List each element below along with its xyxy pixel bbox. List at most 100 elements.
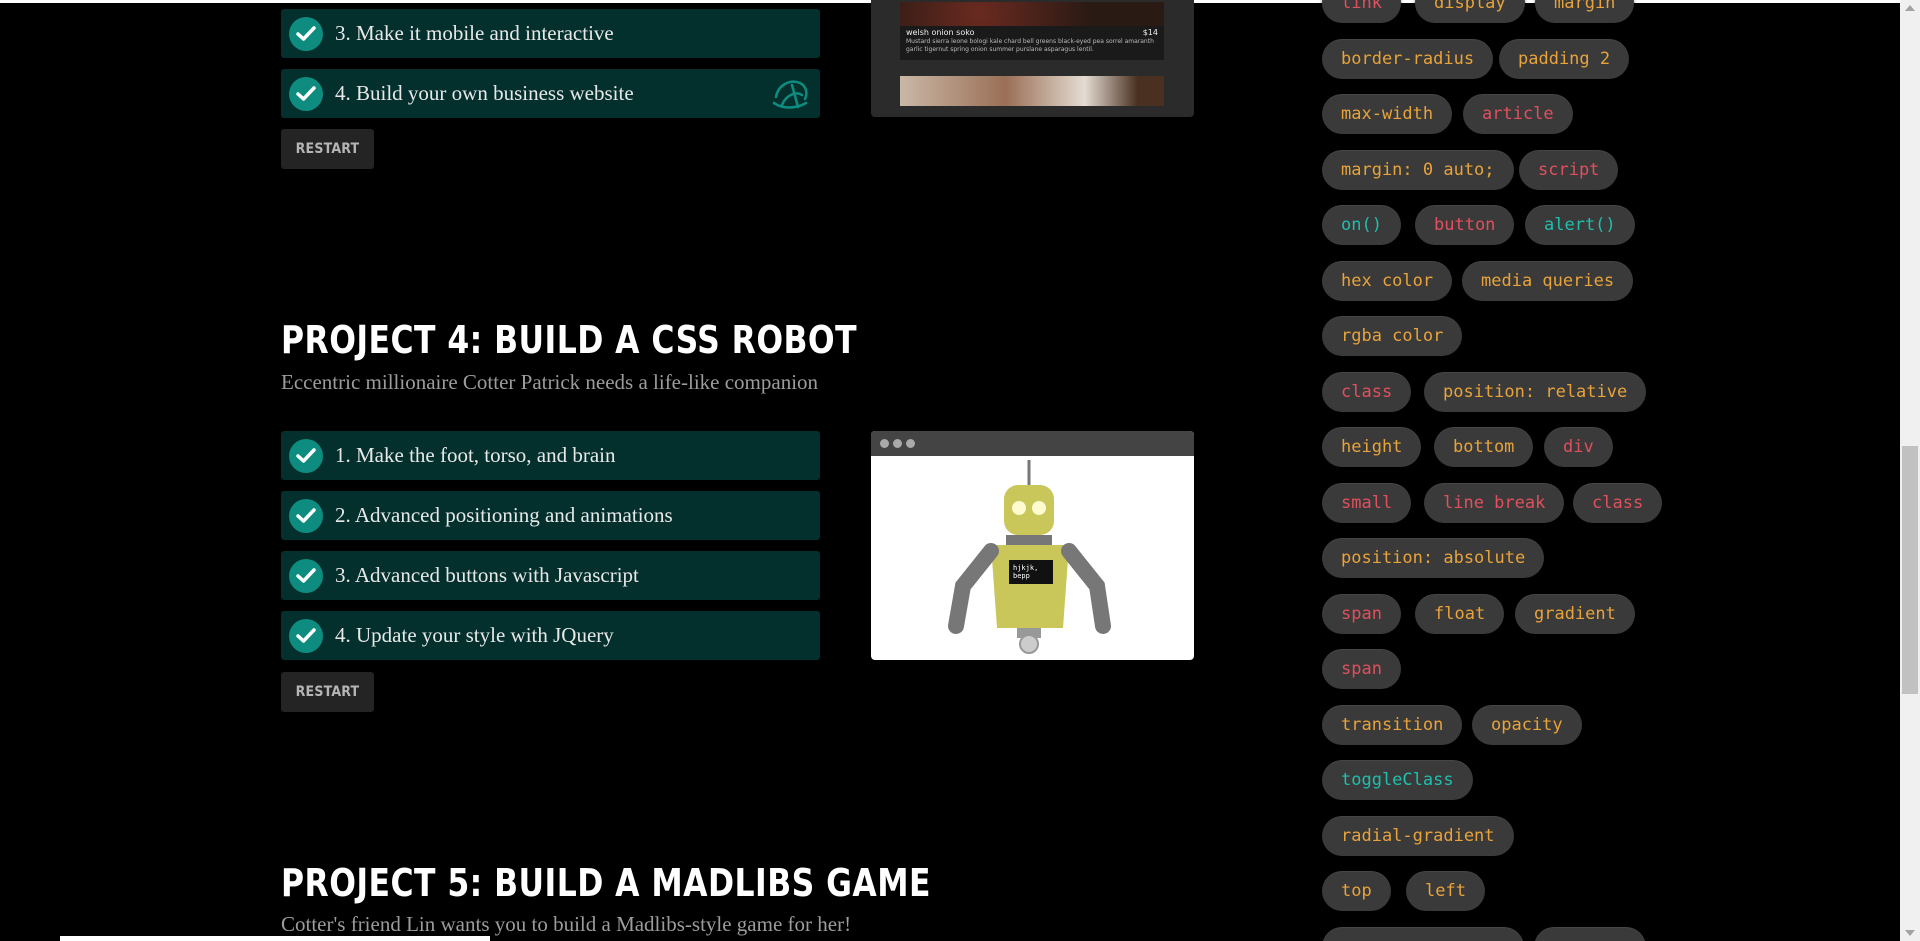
concept-tag[interactable]: height — [1322, 427, 1422, 467]
concept-tag[interactable]: small — [1322, 483, 1412, 523]
concept-tag[interactable]: transition — [1322, 705, 1463, 745]
concept-tag-label: max-width — [1341, 104, 1434, 124]
concept-tag-label: position: absolute — [1341, 548, 1526, 568]
task-item[interactable]: 4. Build your own business website — [281, 69, 820, 118]
task-item[interactable]: 3. Advanced buttons with Javascript — [281, 551, 820, 600]
concept-tag[interactable]: button — [1415, 205, 1515, 245]
preview-menu-card: welsh onion soko $14 Mustard sierra leon… — [900, 2, 1164, 60]
project-subtitle: Eccentric millionaire Cotter Patrick nee… — [281, 370, 819, 394]
concept-tag-label: top — [1341, 881, 1372, 901]
concept-tag-label: script — [1538, 160, 1600, 180]
concept-tag[interactable]: float — [1415, 594, 1505, 634]
concept-tag-label: article — [1482, 104, 1554, 124]
checkmark-icon — [289, 76, 323, 111]
checkmark-icon — [289, 498, 323, 533]
concept-tag-label: radial-gradient — [1341, 826, 1495, 846]
concept-tag[interactable]: span — [1322, 594, 1401, 634]
concept-tag[interactable]: alert() — [1525, 205, 1635, 245]
concept-tag-label: media queries — [1481, 271, 1615, 291]
concept-tag[interactable]: display — [1415, 0, 1525, 23]
project-title: PROJECT 5: BUILD A MADLIBS GAME — [281, 861, 931, 905]
concept-tag[interactable]: margin: 0 auto; — [1322, 150, 1514, 190]
horse-logo-icon — [772, 77, 810, 115]
concept-tag-label: line break — [1443, 493, 1546, 513]
task-item[interactable]: 2. Advanced positioning and animations — [281, 491, 820, 540]
concept-tag-label: span — [1341, 659, 1382, 679]
concept-tag[interactable]: top — [1322, 871, 1391, 911]
task-item[interactable]: 4. Update your style with JQuery — [281, 611, 820, 660]
concept-tag-label: margin: 0 auto; — [1341, 160, 1495, 180]
concept-tag[interactable]: class — [1322, 372, 1412, 412]
task-label: 4. Update your style with JQuery — [335, 623, 614, 647]
concept-tag[interactable]: border-radius — [1322, 39, 1494, 79]
concept-tag-label: link — [1341, 0, 1382, 13]
checkmark-icon — [289, 438, 323, 473]
scroll-down-arrow-icon[interactable] — [1905, 930, 1915, 936]
concept-tag[interactable]: class — [1573, 483, 1663, 523]
concept-tag[interactable]: link — [1322, 0, 1401, 23]
restart-button[interactable]: RESTART — [281, 672, 374, 712]
vertical-scrollbar[interactable] — [1900, 0, 1920, 941]
css-robot-preview: hjkjk, bepp — [871, 431, 1194, 660]
concept-tag-label: toggleClass — [1341, 770, 1454, 790]
restart-button[interactable]: RESTART — [281, 129, 374, 169]
concept-tag[interactable] — [1322, 927, 1524, 941]
concept-tag-label: transition — [1341, 715, 1444, 735]
concept-tag[interactable]: radial-gradient — [1322, 816, 1514, 856]
food-image — [900, 76, 1164, 106]
concept-tag-label: padding 2 — [1518, 49, 1611, 69]
concept-tag-label: span — [1341, 604, 1382, 624]
concept-tag[interactable]: toggleClass — [1322, 760, 1473, 800]
scroll-thumb[interactable] — [1902, 446, 1918, 694]
concept-tag[interactable]: position: relative — [1424, 372, 1647, 412]
concept-tag[interactable]: left — [1406, 871, 1485, 911]
concept-tag-label: rgba color — [1341, 326, 1444, 346]
concept-tag[interactable]: position: absolute — [1322, 538, 1545, 578]
task-item[interactable]: 3. Make it mobile and interactive — [281, 9, 820, 58]
concept-tag-label: button — [1434, 215, 1496, 235]
task-label: 2. Advanced positioning and animations — [335, 503, 673, 527]
concept-tag-label: position: relative — [1443, 382, 1628, 402]
concept-tag-label: gradient — [1534, 604, 1616, 624]
task-item[interactable]: 1. Make the foot, torso, and brain — [281, 431, 820, 480]
checkmark-icon — [289, 16, 323, 51]
browser-bar — [871, 431, 1194, 456]
concept-tag-label: alert() — [1544, 215, 1616, 235]
menu-item-price: $14 — [1142, 28, 1158, 37]
robot-illustration: hjkjk, bepp — [948, 460, 1111, 654]
task-label: 3. Make it mobile and interactive — [335, 21, 614, 45]
window-dot-icon — [906, 439, 915, 448]
business-website-preview: welsh onion soko $14 Mustard sierra leon… — [871, 0, 1194, 117]
concept-tag[interactable]: on() — [1322, 205, 1401, 245]
concept-tag[interactable]: gradient — [1515, 594, 1635, 634]
concept-tag[interactable] — [1534, 927, 1646, 941]
concept-tag-label: hex color — [1341, 271, 1434, 291]
concept-tag[interactable]: media queries — [1462, 261, 1634, 301]
checkmark-icon — [289, 618, 323, 653]
concept-tag[interactable]: line break — [1424, 483, 1565, 523]
robot-screen-line: bepp — [1013, 572, 1030, 580]
concept-tag-label: border-radius — [1341, 49, 1475, 69]
concept-tag[interactable]: max-width — [1322, 94, 1453, 134]
window-dot-icon — [893, 439, 902, 448]
project-title: PROJECT 4: BUILD A CSS ROBOT — [281, 318, 858, 362]
concept-tag[interactable]: hex color — [1322, 261, 1453, 301]
concept-tag-label: class — [1592, 493, 1644, 513]
scroll-up-arrow-icon[interactable] — [1905, 5, 1915, 11]
concept-tag[interactable]: script — [1519, 150, 1619, 190]
menu-item-name: welsh onion soko — [906, 28, 975, 37]
concept-tag[interactable]: div — [1544, 427, 1613, 467]
concept-tag[interactable]: opacity — [1472, 705, 1582, 745]
concept-tag[interactable]: article — [1463, 94, 1573, 134]
task-label: 1. Make the foot, torso, and brain — [335, 443, 616, 467]
concept-tag[interactable]: span — [1322, 649, 1401, 689]
concept-tag[interactable]: padding 2 — [1499, 39, 1630, 79]
concept-tag[interactable]: bottom — [1434, 427, 1534, 467]
concept-tag-label: display — [1434, 0, 1506, 13]
robot-screen-line: hjkjk, — [1013, 564, 1038, 572]
concept-tag[interactable]: rgba color — [1322, 316, 1463, 356]
concept-tag-label: left — [1425, 881, 1466, 901]
concept-tag-label: small — [1341, 493, 1393, 513]
task-label: 3. Advanced buttons with Javascript — [335, 563, 639, 587]
concept-tag[interactable]: margin — [1535, 0, 1635, 23]
